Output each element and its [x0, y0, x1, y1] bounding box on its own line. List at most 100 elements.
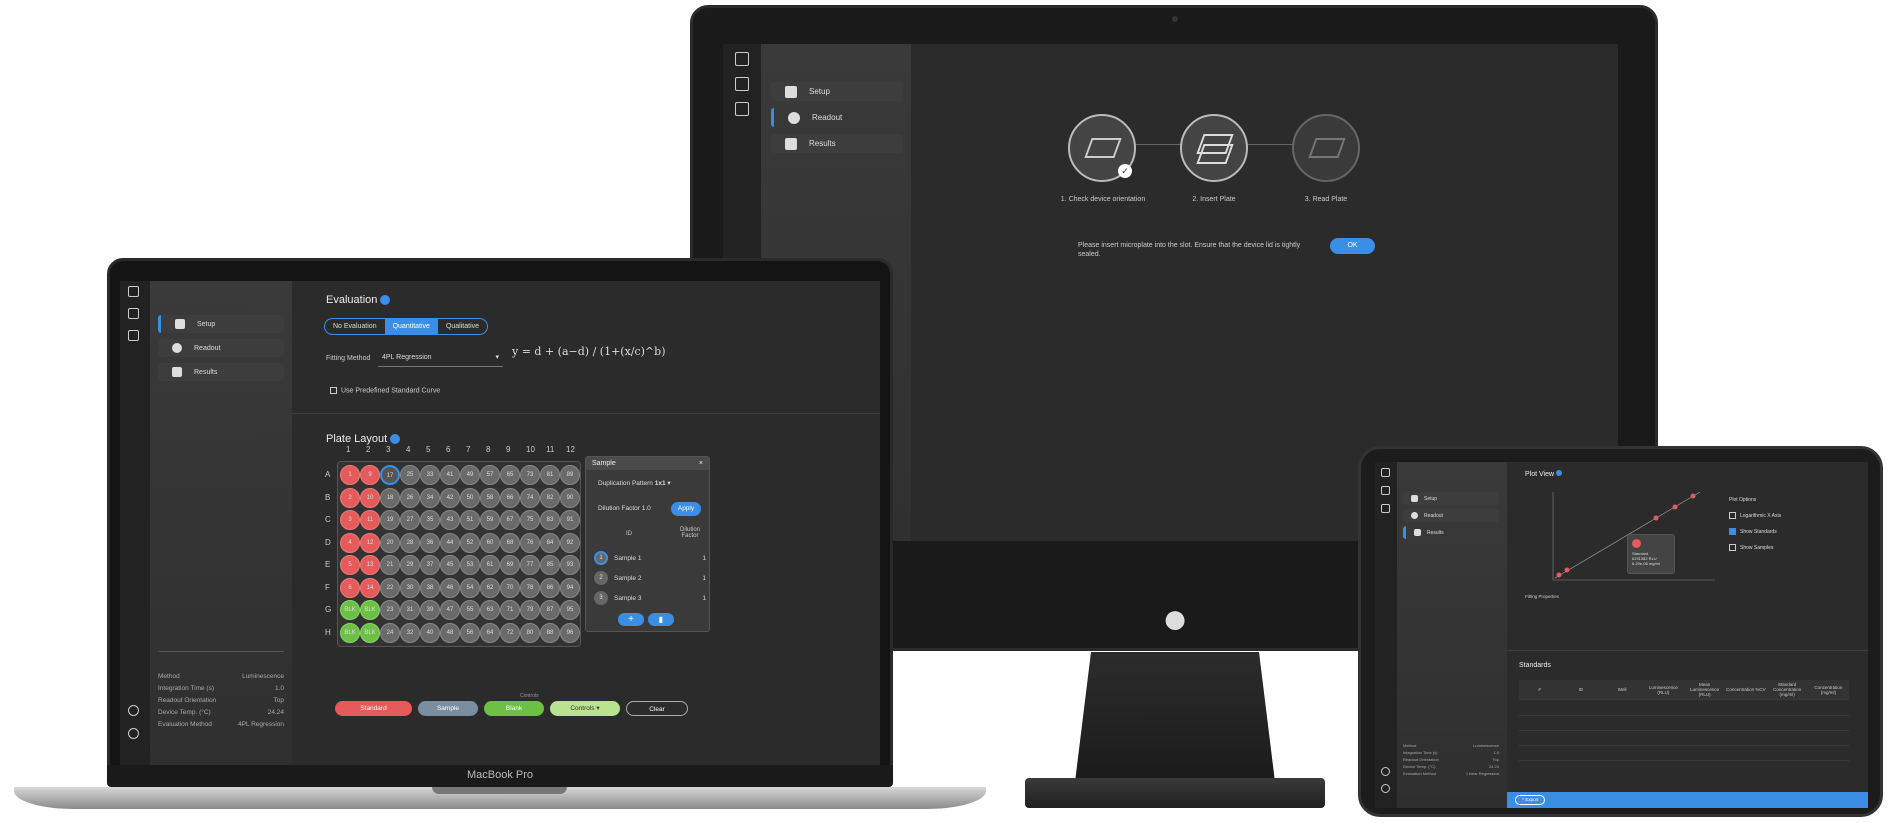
nav-readout[interactable]: Readout [158, 339, 284, 357]
plate-well[interactable]: 81 [540, 465, 560, 485]
table-row[interactable] [1519, 732, 1849, 746]
controls-button[interactable]: Controls ▾ [550, 701, 620, 716]
seg-qualitative[interactable]: Qualitative [438, 319, 487, 334]
folder-icon[interactable] [1381, 486, 1390, 495]
plate-well[interactable]: 74 [520, 487, 540, 508]
plate-well[interactable]: 94 [560, 577, 580, 598]
plate-well[interactable]: 90 [560, 487, 580, 508]
plate-well[interactable]: 25 [400, 465, 420, 485]
plate-well[interactable]: 51 [460, 510, 480, 530]
clear-button[interactable]: Clear [626, 701, 688, 716]
plate-well[interactable]: 38 [420, 577, 440, 598]
plate-well[interactable]: 73 [520, 465, 540, 485]
folder-icon[interactable] [735, 77, 749, 91]
log-x-checkbox[interactable]: Logarithmic X Axis [1729, 508, 1781, 524]
plate-well[interactable]: 40 [420, 622, 440, 643]
delete-sample-icon[interactable]: ▮ [648, 613, 674, 626]
sync-icon[interactable] [1381, 784, 1390, 793]
plate-well[interactable]: 30 [400, 577, 420, 598]
plate-well[interactable]: 96 [560, 622, 580, 643]
plate-well[interactable]: 91 [560, 510, 580, 530]
plate-well[interactable]: 34 [420, 487, 440, 508]
seg-no-evaluation[interactable]: No Evaluation [325, 319, 385, 334]
plate-well[interactable]: 57 [480, 465, 500, 485]
seg-quantitative[interactable]: Quantitative [384, 319, 438, 334]
plate-well[interactable]: 1 [340, 465, 360, 485]
apply-button[interactable]: Apply [671, 502, 701, 516]
plate-well[interactable]: 48 [440, 622, 460, 643]
plate-well[interactable]: 61 [480, 555, 500, 575]
plate-well[interactable]: 54 [460, 577, 480, 598]
show-samples-checkbox[interactable]: Show Samples [1729, 540, 1781, 556]
plate-well[interactable]: 92 [560, 532, 580, 553]
plate-well[interactable]: 26 [400, 487, 420, 508]
plate-well[interactable]: 72 [500, 622, 520, 643]
plate-well[interactable]: BLK [340, 600, 360, 620]
ok-button[interactable]: OK [1330, 238, 1375, 254]
folder-icon[interactable] [128, 308, 139, 319]
plate-well[interactable]: 24 [380, 622, 400, 643]
plate-well[interactable]: 29 [400, 555, 420, 575]
plate-well[interactable]: 19 [380, 510, 400, 530]
file-icon[interactable] [1381, 468, 1390, 477]
plate-well[interactable]: 56 [460, 622, 480, 643]
plate-well[interactable]: 11 [360, 510, 380, 530]
close-icon[interactable]: × [699, 460, 703, 467]
nav-results[interactable]: Results [1403, 526, 1499, 539]
table-row[interactable] [1519, 717, 1849, 731]
plate-well[interactable]: 68 [500, 532, 520, 553]
plate-well[interactable]: 63 [480, 600, 500, 620]
plate-well[interactable]: 39 [420, 600, 440, 620]
plate-well[interactable]: 36 [420, 532, 440, 553]
plate-well[interactable]: 84 [540, 532, 560, 553]
plate-well[interactable]: 55 [460, 600, 480, 620]
plate-well[interactable]: 86 [540, 577, 560, 598]
plate-well[interactable]: 80 [520, 622, 540, 643]
plate-well[interactable]: 62 [480, 577, 500, 598]
plate-well[interactable]: 2 [340, 487, 360, 508]
table-row[interactable] [1519, 747, 1849, 761]
plate-well[interactable]: 71 [500, 600, 520, 620]
sample-row[interactable]: 3 Sample 31 [594, 590, 706, 606]
blank-button[interactable]: Blank [484, 701, 544, 716]
sample-row[interactable]: 1 Sample 11 [594, 550, 706, 566]
sync-icon[interactable] [128, 728, 139, 739]
plate-well[interactable]: 75 [520, 510, 540, 530]
file-icon[interactable] [735, 52, 749, 66]
plate-well[interactable]: 32 [400, 622, 420, 643]
export-button[interactable]: ^ Export [1515, 795, 1546, 805]
plate-well[interactable]: 4 [340, 532, 360, 553]
plate-well[interactable]: 27 [400, 510, 420, 530]
save-icon[interactable] [1381, 504, 1390, 513]
plate-well[interactable]: 76 [520, 532, 540, 553]
plate-well[interactable]: 35 [420, 510, 440, 530]
save-icon[interactable] [128, 330, 139, 341]
plate-well[interactable]: 21 [380, 555, 400, 575]
plate-well[interactable]: 78 [520, 577, 540, 598]
plate-well[interactable]: 31 [400, 600, 420, 620]
duplication-pattern[interactable]: Duplication Pattern 1x1 ▾ [598, 479, 671, 487]
plate-well[interactable]: 6 [340, 577, 360, 598]
plate-well[interactable]: 13 [360, 555, 380, 575]
plate-well[interactable]: 95 [560, 600, 580, 620]
fitting-method-select[interactable]: 4PL Regression ▾ [378, 349, 503, 367]
help-icon[interactable] [1381, 767, 1390, 776]
show-standards-checkbox[interactable]: Show Standards [1729, 524, 1781, 540]
plate-well[interactable]: 23 [380, 600, 400, 620]
plate-well[interactable]: 87 [540, 600, 560, 620]
dilution-factor-field[interactable]: Dilution Factor 1.0 [598, 505, 651, 512]
plate-well[interactable]: 64 [480, 622, 500, 643]
plate-well[interactable]: 70 [500, 577, 520, 598]
save-icon[interactable] [735, 102, 749, 116]
sample-row[interactable]: 2 Sample 21 [594, 570, 706, 586]
plate-well[interactable]: 60 [480, 532, 500, 553]
plate-well[interactable]: 20 [380, 532, 400, 553]
plate-well[interactable]: 50 [460, 487, 480, 508]
plate-well[interactable]: BLK [360, 600, 380, 620]
predefined-curve-checkbox[interactable]: Use Predefined Standard Curve [330, 387, 440, 394]
nav-readout[interactable]: Readout [1403, 509, 1499, 522]
standard-button[interactable]: Standard [335, 701, 412, 716]
plate-well[interactable]: 88 [540, 622, 560, 643]
plate-well[interactable]: 52 [460, 532, 480, 553]
plate-well[interactable]: 77 [520, 555, 540, 575]
